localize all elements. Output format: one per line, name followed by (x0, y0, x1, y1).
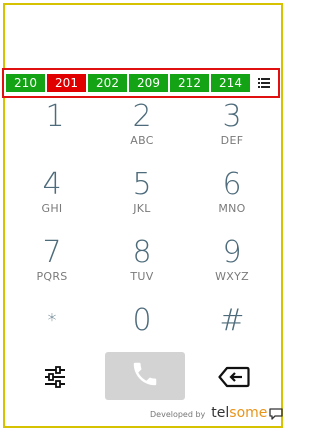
extension-chip-201[interactable]: 201 (47, 74, 86, 92)
extension-chip-214[interactable]: 214 (211, 74, 250, 92)
key-5[interactable]: 5 JKL (107, 168, 177, 216)
key-digit: 4 (42, 167, 62, 202)
key-letters: MNO (218, 202, 246, 215)
key-6[interactable]: 6 MNO (197, 168, 267, 216)
call-button[interactable] (105, 352, 185, 400)
key-digit: 2 (132, 99, 152, 134)
key-letters: ABC (130, 134, 154, 147)
brand-logo: tel some (211, 405, 284, 421)
speech-bubble-icon (269, 408, 284, 420)
key-star[interactable]: * (17, 304, 87, 338)
sliders-icon[interactable] (42, 364, 68, 390)
key-8[interactable]: 8 TUV (107, 236, 177, 284)
key-digit: 9 (222, 235, 242, 270)
extension-chip-209[interactable]: 209 (129, 74, 168, 92)
extension-label: 212 (178, 76, 201, 90)
extension-chip-210[interactable]: 210 (6, 74, 45, 92)
key-1[interactable]: 1 (20, 100, 90, 134)
action-row (0, 352, 287, 400)
brand-text-some: some (229, 405, 268, 421)
footer: Developed by tel some (150, 403, 284, 421)
key-letters: PQRS (36, 270, 68, 283)
key-0[interactable]: 0 (107, 304, 177, 338)
phone-icon (130, 359, 160, 393)
key-letters: TUV (130, 270, 154, 283)
key-letters: WXYZ (215, 270, 249, 283)
key-digit: * (47, 310, 57, 331)
extension-label: 201 (55, 76, 78, 90)
key-hash[interactable]: # (197, 304, 267, 338)
extension-status-bar: 210 201 202 209 212 214 (2, 68, 280, 98)
extension-chip-202[interactable]: 202 (88, 74, 127, 92)
extension-label: 209 (137, 76, 160, 90)
key-digit: 1 (45, 99, 65, 134)
list-icon[interactable] (252, 74, 276, 92)
key-4[interactable]: 4 GHI (17, 168, 87, 216)
key-digit: 8 (132, 235, 152, 270)
extension-chip-212[interactable]: 212 (170, 74, 209, 92)
key-7[interactable]: 7 PQRS (17, 236, 87, 284)
brand-text-tel: tel (211, 405, 230, 421)
key-letters: JKL (133, 202, 151, 215)
key-digit: 6 (222, 167, 242, 202)
key-9[interactable]: 9 WXYZ (197, 236, 267, 284)
key-letters: GHI (41, 202, 63, 215)
key-digit: 3 (222, 99, 242, 134)
key-digit: # (219, 303, 245, 338)
extension-label: 214 (219, 76, 242, 90)
key-digit: 5 (132, 167, 152, 202)
developed-by-text: Developed by (150, 410, 206, 419)
key-2[interactable]: 2 ABC (107, 100, 177, 148)
extension-label: 210 (14, 76, 37, 90)
key-digit: 0 (132, 303, 152, 338)
backspace-icon[interactable] (218, 366, 250, 388)
extension-label: 202 (96, 76, 119, 90)
key-letters: DEF (220, 134, 244, 147)
key-3[interactable]: 3 DEF (197, 100, 267, 148)
key-digit: 7 (42, 235, 62, 270)
number-display[interactable] (5, 5, 281, 71)
